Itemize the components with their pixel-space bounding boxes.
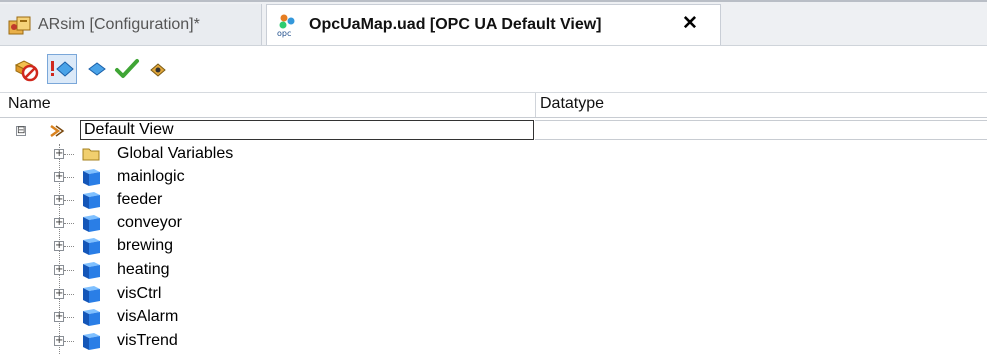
task-cube-icon: [83, 333, 100, 350]
disable-icon: [14, 60, 39, 82]
tree-node-label: visAlarm: [117, 308, 179, 325]
tree-node-label: Default View: [84, 121, 174, 138]
tree-node-label: brewing: [117, 237, 174, 254]
tree-connector-line: [64, 246, 74, 247]
tree-connector-line: [64, 270, 74, 271]
tree-connector-line: [64, 154, 74, 155]
expand-toggle[interactable]: +: [54, 218, 64, 228]
view-icon: [50, 124, 65, 138]
project-icon: [8, 14, 32, 36]
tree-row[interactable]: + brewing: [0, 235, 987, 258]
datatype-cell[interactable]: [535, 120, 987, 140]
tree-row[interactable]: + conveyor: [0, 212, 987, 235]
column-header-datatype[interactable]: Datatype: [540, 95, 604, 113]
tab-arsim-configuration[interactable]: ARsim [Configuration]*: [0, 4, 262, 45]
folder-icon: [82, 148, 100, 161]
tree-row[interactable]: + visTrend: [0, 330, 987, 353]
tree-connector-line: [64, 200, 74, 201]
editor-toolbar: [0, 46, 987, 93]
tree-node-label: visCtrl: [117, 285, 162, 302]
tree-node-label: conveyor: [117, 214, 182, 231]
task-cube-icon: [83, 238, 100, 255]
tree-row[interactable]: + visAlarm: [0, 306, 987, 329]
tab-label: OpcUaMap.uad [OPC UA Default View]: [309, 16, 602, 33]
wizard-button[interactable]: [143, 54, 173, 84]
tree-connector-line: [64, 177, 74, 178]
document-tab-strip: ARsim [Configuration]* opc OpcUaMap.uad …: [0, 0, 987, 46]
tree-row-root[interactable]: ⊟ Default View: [0, 120, 987, 143]
check-icon: [115, 59, 139, 78]
task-cube-icon: [83, 169, 100, 186]
grid-header: Name Datatype: [0, 93, 987, 118]
diamond-icon: [88, 62, 106, 76]
expand-toggle[interactable]: +: [54, 265, 64, 275]
enable-tag-button[interactable]: [47, 54, 77, 84]
validate-button[interactable]: [112, 54, 142, 84]
expand-toggle[interactable]: +: [54, 195, 64, 205]
svg-text:opc: opc: [277, 29, 291, 38]
opc-map-icon: opc: [275, 12, 301, 38]
tree-connector-line: [64, 294, 74, 295]
diamond-button[interactable]: [82, 54, 112, 84]
task-cube-icon: [83, 309, 100, 326]
expand-toggle[interactable]: +: [54, 312, 64, 322]
close-icon[interactable]: ✕: [680, 14, 700, 34]
tree-row[interactable]: + mainlogic: [0, 166, 987, 189]
expand-toggle[interactable]: +: [54, 336, 64, 346]
tree-connector-line: [64, 223, 74, 224]
task-cube-icon: [83, 192, 100, 209]
tree-connector-line: [64, 341, 74, 342]
tree-row[interactable]: + feeder: [0, 189, 987, 212]
column-divider[interactable]: [535, 93, 536, 117]
disable-button[interactable]: [11, 54, 41, 84]
task-cube-icon: [83, 286, 100, 303]
tree-node-label: heating: [117, 261, 170, 278]
tree-row[interactable]: + visCtrl: [0, 283, 987, 306]
task-cube-icon: [83, 262, 100, 279]
expand-toggle[interactable]: +: [54, 172, 64, 182]
tree-node-label: visTrend: [117, 332, 178, 349]
tree-row[interactable]: + Global Variables: [0, 143, 987, 166]
tab-opcuamap-default-view[interactable]: opc OpcUaMap.uad [OPC UA Default View] ✕: [266, 4, 721, 45]
tree-connector-line: [64, 317, 74, 318]
tab-strip-top-border: [0, 0, 987, 2]
tree-node-label: feeder: [117, 191, 163, 208]
tree-row[interactable]: + heating: [0, 259, 987, 282]
tree-node-label: Global Variables: [117, 145, 234, 162]
expand-toggle[interactable]: +: [54, 149, 64, 159]
wand-icon: [150, 63, 166, 77]
collapse-toggle[interactable]: ⊟: [16, 126, 26, 136]
expand-toggle[interactable]: +: [54, 289, 64, 299]
column-header-name[interactable]: Name: [8, 95, 51, 113]
tab-label: ARsim [Configuration]*: [38, 15, 200, 33]
expand-toggle[interactable]: +: [54, 241, 64, 251]
task-cube-icon: [83, 215, 100, 232]
enable-tag-icon: [51, 61, 74, 77]
tree-node-label: mainlogic: [117, 168, 185, 185]
